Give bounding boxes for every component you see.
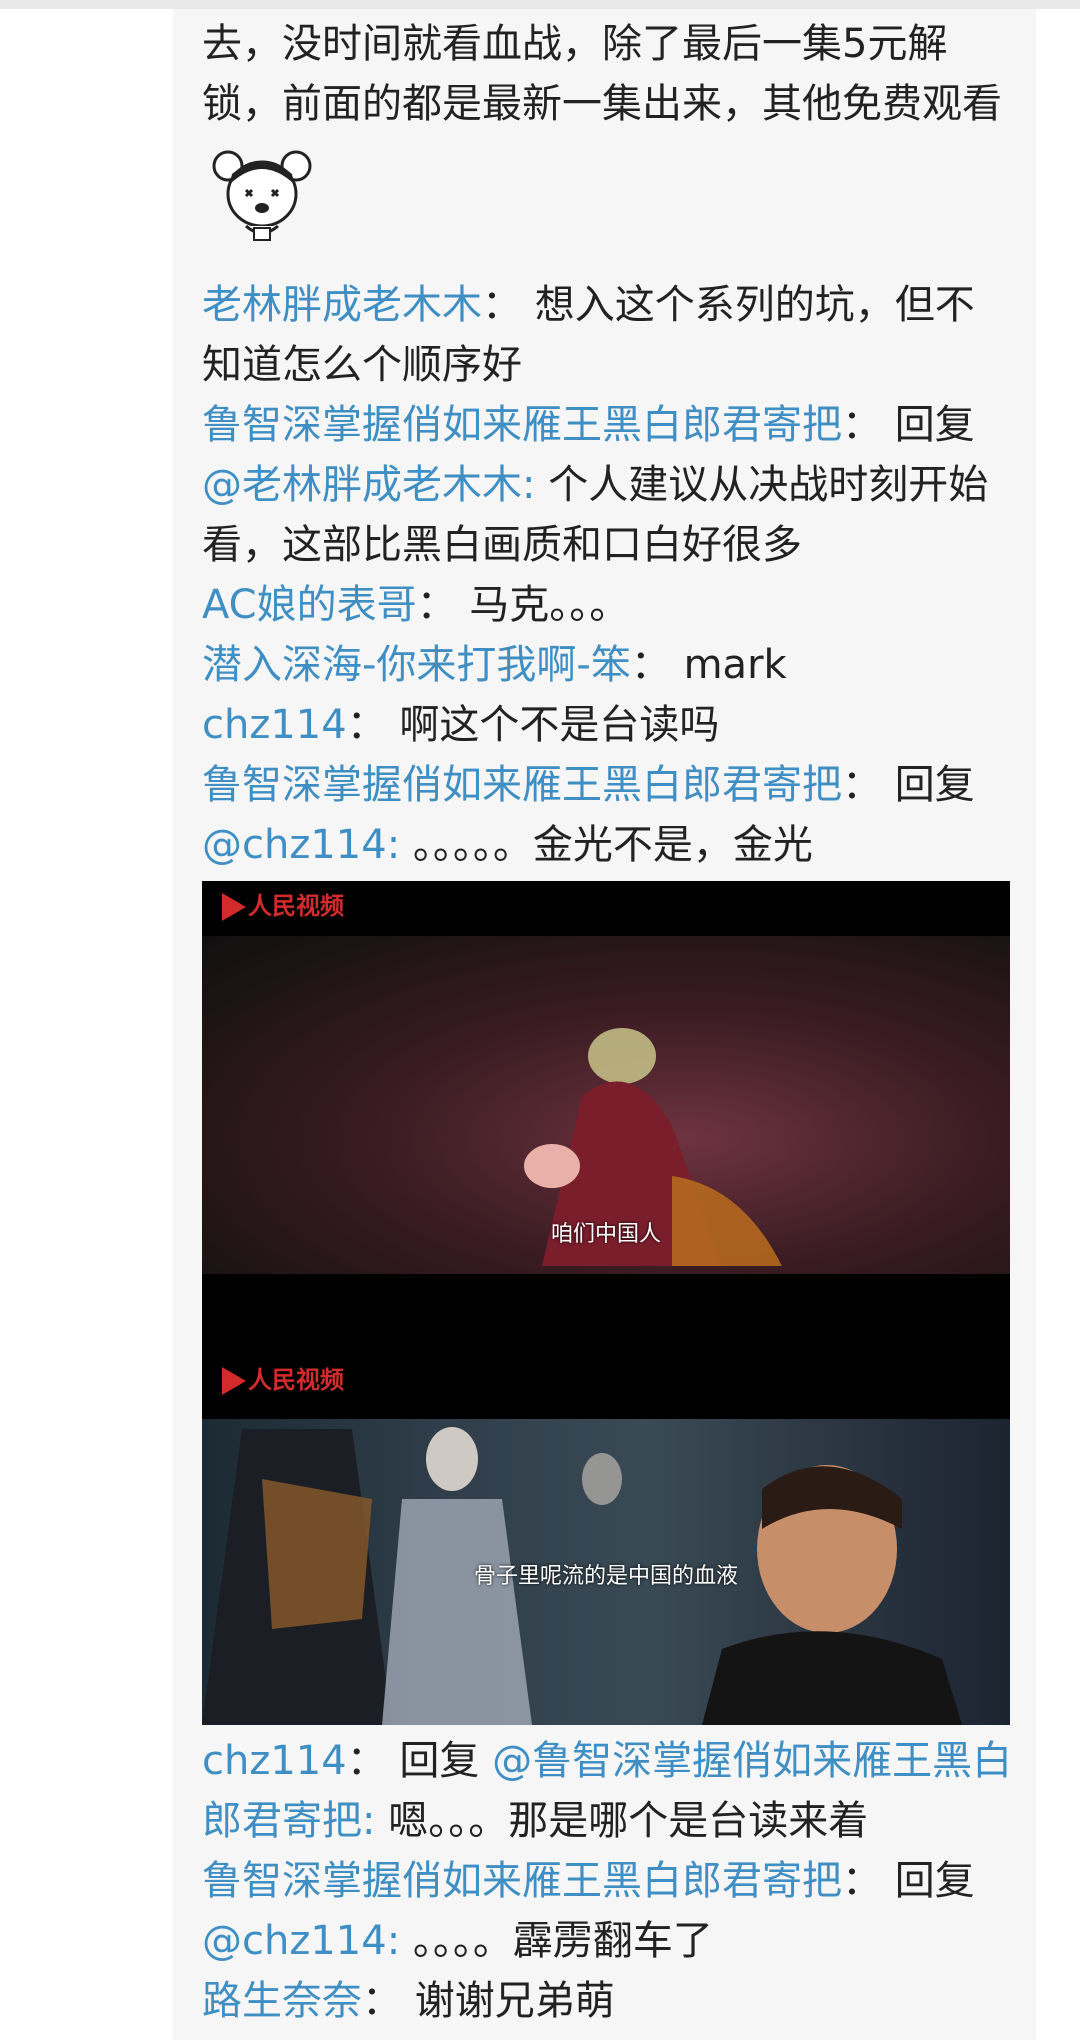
username-link[interactable]: 鲁智深掌握俏如来雁王黑白郎君寄把: [202, 402, 842, 448]
reply-text: 个人建议从决战时刻开始: [535, 462, 989, 508]
reply-line: @老林胖成老木木: 个人建议从决战时刻开始: [202, 455, 1010, 515]
reply-line: 去，没时间就看血战，除了最后一集5元解: [202, 14, 1010, 74]
reply-line: 潜入深海-你来打我啊-笨： mark: [202, 635, 1010, 695]
sticker-image: [202, 134, 1010, 275]
reply-text: 。。。。霹雳翻车了: [400, 1918, 713, 1964]
reply-line: chz114： 啊这个不是台读吗: [202, 695, 1010, 755]
reply-text: 。。。。。金光不是，金光: [400, 822, 813, 868]
reply-line: 知道怎么个顺序好: [202, 335, 1010, 395]
username-link[interactable]: 潜入深海-你来打我啊-笨: [202, 642, 631, 688]
reply-text: ： 回复: [346, 1738, 493, 1784]
reply-text: 嗯。。。那是哪个是台读来着: [375, 1798, 869, 1844]
reply-text: ： 马克。。。: [416, 582, 630, 628]
reply-list: 去，没时间就看血战，除了最后一集5元解 锁，前面的都是最新一集出来，其他免费观看 …: [202, 14, 1012, 2031]
mention-link[interactable]: @chz114:: [202, 1918, 400, 1964]
reply-text: 看，这部比黑白画质和口白好很多: [202, 522, 802, 568]
attached-image[interactable]: 人民视频 咱们中国人 人民视频 骨子里呢流的是中国的血液: [202, 881, 1010, 1725]
reply-line: 鲁智深掌握俏如来雁王黑白郎君寄把： 回复: [202, 395, 1010, 455]
reply-text: 锁，前面的都是最新一集出来，其他免费观看: [202, 81, 1002, 127]
top-divider: [0, 0, 1080, 9]
reply-text: 去，没时间就看血战，除了最后一集5元解: [202, 21, 948, 67]
reply-text: ： 想入这个系列的坑，但不: [482, 282, 975, 328]
reply-line: 郎君寄把: 嗯。。。那是哪个是台读来着: [202, 1791, 1010, 1851]
username-link[interactable]: chz114: [202, 1738, 347, 1784]
mention-link[interactable]: @chz114:: [202, 822, 400, 868]
reply-line: 鲁智深掌握俏如来雁王黑白郎君寄把： 回复: [202, 755, 1010, 815]
mention-link[interactable]: 郎君寄把:: [202, 1798, 375, 1844]
video-logo: 人民视频: [222, 1365, 344, 1395]
reply-text: ： mark: [630, 642, 787, 688]
reply-line: chz114： 回复 @鲁智深掌握俏如来雁王黑白: [202, 1731, 1012, 1791]
video-frame-bottom: 人民视频 骨子里呢流的是中国的血液: [202, 1303, 1010, 1725]
username-link[interactable]: 路生奈奈: [202, 1978, 362, 2024]
mention-link[interactable]: @鲁智深掌握俏如来雁王黑白: [492, 1738, 1012, 1784]
reply-line: @chz114: 。。。。霹雳翻车了: [202, 1911, 1010, 1971]
video-subtitle: 咱们中国人: [550, 1222, 661, 1247]
reply-line: 看，这部比黑白画质和口白好很多: [202, 515, 1010, 575]
mention-link[interactable]: @老林胖成老木木:: [202, 462, 535, 508]
username-link[interactable]: AC娘的表哥: [202, 582, 417, 628]
reply-text: 知道怎么个顺序好: [202, 342, 522, 388]
username-link[interactable]: chz114: [202, 702, 347, 748]
reply-line: @chz114: 。。。。。金光不是，金光: [202, 815, 1010, 875]
reply-text: ： 回复: [842, 762, 975, 808]
reply-text: ： 谢谢兄弟萌: [362, 1978, 615, 2024]
reply-line: 老林胖成老木木： 想入这个系列的坑，但不: [202, 275, 1010, 335]
video-frame-top: 人民视频 咱们中国人: [202, 881, 1010, 1303]
video-logo: 人民视频: [222, 891, 344, 921]
reply-text: ： 回复: [842, 402, 975, 448]
username-link[interactable]: 老林胖成老木木: [202, 282, 482, 328]
reply-line: 锁，前面的都是最新一集出来，其他免费观看: [202, 74, 1010, 134]
logo-text: 人民视频: [248, 1366, 344, 1394]
reply-line: AC娘的表哥： 马克。。。: [202, 575, 1010, 635]
reply-text: ： 啊这个不是台读吗: [346, 702, 720, 748]
logo-text: 人民视频: [248, 892, 344, 920]
reply-text: ： 回复: [842, 1858, 975, 1904]
reply-line: 鲁智深掌握俏如来雁王黑白郎君寄把： 回复: [202, 1851, 1010, 1911]
video-subtitle: 骨子里呢流的是中国的血液: [473, 1564, 738, 1589]
username-link[interactable]: 鲁智深掌握俏如来雁王黑白郎君寄把: [202, 762, 842, 808]
username-link[interactable]: 鲁智深掌握俏如来雁王黑白郎君寄把: [202, 1858, 842, 1904]
reply-line: 路生奈奈： 谢谢兄弟萌: [202, 1971, 1010, 2031]
